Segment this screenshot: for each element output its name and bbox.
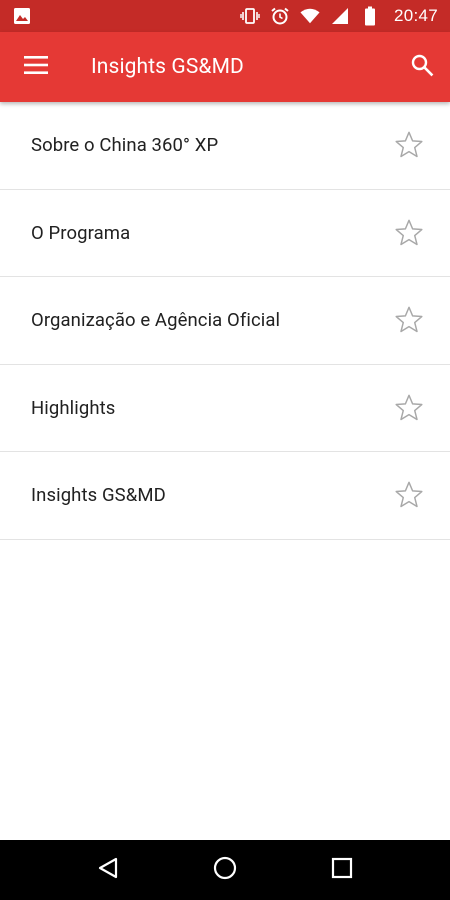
app-bar: Insights GS&MD bbox=[0, 32, 450, 102]
list-item-label: Insights GS&MD bbox=[31, 484, 166, 507]
list-item-programa[interactable]: O Programa bbox=[0, 190, 450, 277]
recents-icon bbox=[331, 857, 353, 883]
star-icon[interactable] bbox=[392, 128, 426, 162]
wifi-icon bbox=[300, 6, 320, 26]
status-left bbox=[12, 6, 32, 26]
home-button[interactable] bbox=[200, 845, 250, 895]
home-icon bbox=[213, 856, 237, 884]
back-button[interactable] bbox=[83, 845, 133, 895]
star-icon[interactable] bbox=[392, 478, 426, 512]
back-icon bbox=[97, 857, 119, 883]
star-icon[interactable] bbox=[392, 216, 426, 250]
battery-icon bbox=[360, 6, 380, 26]
recents-button[interactable] bbox=[317, 845, 367, 895]
menu-button[interactable] bbox=[1, 32, 71, 102]
list-item-label: O Programa bbox=[31, 221, 131, 244]
star-icon[interactable] bbox=[392, 391, 426, 425]
list-item-insights[interactable]: Insights GS&MD bbox=[0, 452, 450, 540]
status-time: 20:47 bbox=[393, 6, 438, 25]
list-item-label: Organização e Agência Oficial bbox=[31, 309, 281, 332]
status-right: 20:47 bbox=[240, 6, 438, 26]
star-icon[interactable] bbox=[392, 303, 426, 337]
image-notification-icon bbox=[12, 6, 32, 26]
hamburger-menu-icon bbox=[24, 56, 48, 78]
menu-list: Sobre o China 360° XP O Programa Organiz… bbox=[0, 102, 450, 540]
status-bar: 20:47 bbox=[0, 0, 450, 32]
list-item-highlights[interactable]: Highlights bbox=[0, 365, 450, 452]
list-item-label: Highlights bbox=[31, 396, 116, 419]
list-item-label: Sobre o China 360° XP bbox=[31, 134, 219, 157]
search-icon bbox=[410, 53, 434, 81]
list-item-organizacao[interactable]: Organização e Agência Oficial bbox=[0, 277, 450, 365]
search-button[interactable] bbox=[402, 32, 442, 102]
navigation-bar bbox=[0, 840, 450, 900]
vibrate-icon bbox=[240, 6, 260, 26]
list-item-sobre[interactable]: Sobre o China 360° XP bbox=[0, 102, 450, 190]
page-title: Insights GS&MD bbox=[91, 55, 244, 79]
alarm-icon bbox=[270, 6, 290, 26]
signal-icon bbox=[330, 6, 350, 26]
